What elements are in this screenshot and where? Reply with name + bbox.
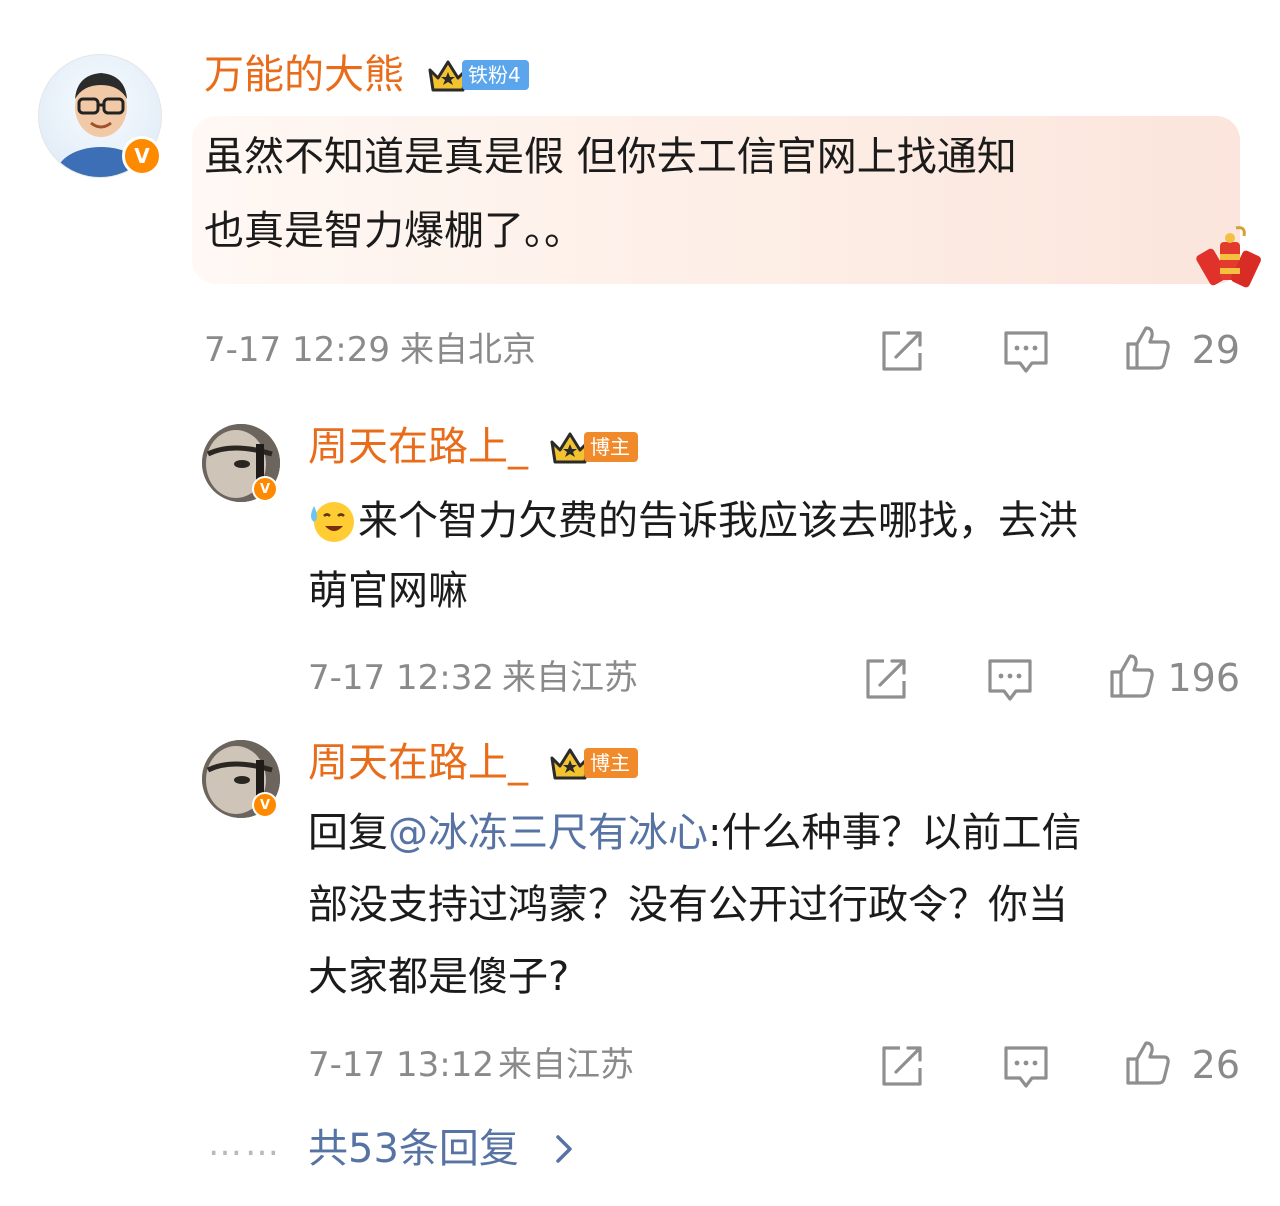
comment-icon[interactable] — [1002, 327, 1050, 375]
emoji-sweat-smile-icon — [311, 502, 354, 542]
reply-prefix: 回复 — [308, 810, 388, 856]
share-icon[interactable] — [878, 1042, 926, 1090]
blogger-badge-label: 博主 — [584, 748, 638, 778]
reply-avatar[interactable]: V — [202, 424, 280, 502]
reply-timestamp: 7-17 12:32 — [308, 658, 494, 698]
comment-icon[interactable] — [1002, 1042, 1050, 1090]
like-count: 26 — [1191, 1043, 1240, 1087]
verified-v-icon: V — [252, 792, 278, 818]
reply-text-rest: :什么种事？以前工信 — [708, 810, 1082, 856]
firecracker-sticker — [1196, 226, 1261, 288]
comment-text-line: 也真是智力爆棚了。。 — [204, 208, 584, 254]
blogger-badge[interactable]: 博主 — [548, 428, 638, 466]
comment-text-line: 虽然不知道是真是假 但你去工信官网上找通知 — [204, 134, 1017, 180]
main-comment-avatar[interactable]: V — [38, 54, 162, 178]
reply-text-line: 部没支持过鸿蒙？没有公开过行政令？你当 — [308, 882, 1068, 928]
reply-location: 来自江苏 — [498, 1045, 634, 1085]
reply-location: 来自江苏 — [502, 658, 638, 698]
reply-author-name[interactable]: 周天在路上_ — [308, 424, 528, 470]
reply-text-line: 萌官网嘛 — [308, 568, 468, 614]
comment-icon[interactable] — [986, 655, 1034, 703]
more-replies-link[interactable]: 共53条回复 — [308, 1126, 519, 1172]
verified-v-icon: V — [252, 476, 278, 502]
reply-author-name[interactable]: 周天在路上_ — [308, 740, 528, 786]
like-count: 196 — [1167, 656, 1240, 700]
fan-level-badge[interactable]: 铁粉4 — [426, 56, 529, 94]
blogger-badge[interactable]: 博主 — [548, 744, 638, 782]
fan-badge-label: 铁粉4 — [462, 60, 529, 90]
like-count: 29 — [1191, 328, 1240, 372]
reply-text-line: 大家都是傻子? — [308, 954, 570, 1000]
more-dots: …… — [208, 1124, 282, 1164]
mention-link[interactable]: @冰冻三尺有冰心 — [388, 810, 708, 856]
reply-text-line: 来个智力欠费的告诉我应该去哪找，去洪 — [358, 498, 1078, 544]
like-icon[interactable] — [1108, 652, 1156, 700]
verified-v-icon: V — [122, 136, 162, 176]
comment-timestamp: 7-17 12:29 — [204, 330, 390, 370]
comment-author-name[interactable]: 万能的大熊 — [204, 52, 404, 98]
share-icon[interactable] — [878, 327, 926, 375]
like-icon[interactable] — [1124, 324, 1172, 372]
like-icon[interactable] — [1124, 1039, 1172, 1087]
reply-avatar[interactable]: V — [202, 740, 280, 818]
blogger-badge-label: 博主 — [584, 432, 638, 462]
reply-timestamp: 7-17 13:12 — [308, 1045, 494, 1085]
reply-text-line: 回复@冰冻三尺有冰心:什么种事？以前工信 — [308, 798, 1081, 868]
share-icon[interactable] — [862, 655, 910, 703]
comment-location: 来自北京 — [400, 330, 536, 370]
chevron-right-icon[interactable] — [552, 1131, 576, 1167]
